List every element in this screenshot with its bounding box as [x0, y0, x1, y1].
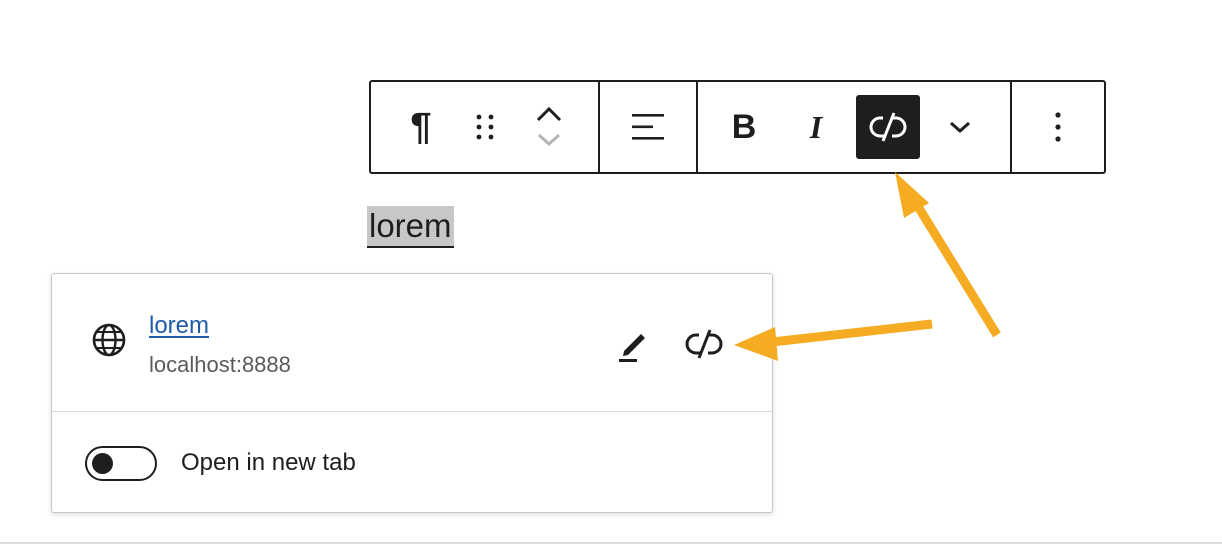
open-in-new-tab-label: Open in new tab — [181, 449, 356, 476]
selected-link-text[interactable]: lorem — [367, 206, 454, 248]
drag-handle-icon — [476, 114, 494, 140]
arrow-to-toolbar-unlink — [895, 172, 1001, 338]
bold-icon: B — [731, 107, 757, 146]
paragraph-block-button[interactable]: ¶ — [389, 95, 453, 159]
link-title[interactable]: lorem — [149, 312, 209, 340]
link-settings: Open in new tab — [52, 412, 772, 514]
bold-button[interactable]: B — [712, 95, 776, 159]
editor-bottom-divider — [0, 542, 1222, 544]
more-vertical-icon — [1055, 112, 1061, 142]
link-preview: lorem localhost:8888 — [52, 274, 772, 412]
move-buttons — [517, 95, 581, 159]
remove-link-button[interactable] — [678, 318, 730, 370]
align-button[interactable] — [616, 95, 680, 159]
open-in-new-tab-toggle[interactable] — [85, 446, 157, 481]
italic-icon: I — [809, 108, 823, 145]
edit-link-button[interactable] — [607, 318, 659, 370]
move-down-icon[interactable] — [535, 130, 563, 150]
options-group — [1010, 82, 1104, 172]
unlink-toolbar-button[interactable] — [856, 95, 920, 159]
move-up-icon[interactable] — [535, 104, 563, 124]
pencil-icon — [619, 334, 645, 362]
link-url: localhost:8888 — [149, 352, 291, 377]
options-button[interactable] — [1026, 95, 1090, 159]
block-toolbar: ¶ B I — [369, 80, 1106, 174]
paragraph-icon: ¶ — [410, 105, 432, 148]
drag-handle-button[interactable] — [453, 95, 517, 159]
link-popover: lorem localhost:8888 Open in new tab — [51, 273, 773, 513]
chevron-down-icon — [950, 121, 970, 134]
unlink-icon — [869, 112, 907, 142]
unlink-icon — [685, 329, 723, 359]
alignment-group — [598, 82, 696, 172]
format-group: B I — [696, 82, 1010, 172]
toggle-knob — [92, 453, 113, 474]
globe-icon — [92, 323, 126, 357]
more-formats-button[interactable] — [928, 95, 992, 159]
align-icon — [632, 114, 664, 140]
italic-button[interactable]: I — [784, 95, 848, 159]
block-controls-group: ¶ — [371, 82, 598, 172]
